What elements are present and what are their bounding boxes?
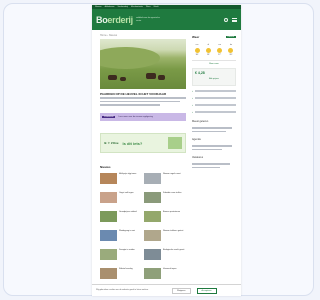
cookie-bar: Wij gebruiken cookies om de website goed… bbox=[92, 284, 241, 296]
sun-icon bbox=[194, 48, 200, 53]
chevron-right-icon: › bbox=[192, 96, 193, 100]
news-item-title: Biologische markt groeit bbox=[163, 249, 185, 251]
news-item-title: Weidegang in mei bbox=[119, 230, 135, 232]
ad-brand: Ik ☀ ZOne bbox=[104, 141, 119, 145]
hero-summary bbox=[100, 97, 186, 108]
news-item-title: Boeren protesteren bbox=[163, 211, 181, 213]
chevron-right-icon: › bbox=[192, 89, 193, 93]
forecast-day: do 20° bbox=[228, 44, 234, 56]
top-link-5[interactable]: Markt bbox=[154, 6, 159, 8]
list-item[interactable]: › bbox=[192, 110, 236, 114]
sun-icon bbox=[228, 48, 234, 53]
list-item[interactable]: › bbox=[192, 103, 236, 107]
forecast-day: wo 17° bbox=[217, 44, 223, 56]
news-item-title: Oogst valt tegen bbox=[119, 192, 134, 194]
news-item[interactable]: Nieuwe regels mest bbox=[144, 173, 186, 184]
weather-more-link[interactable]: Meer weer bbox=[192, 63, 236, 65]
top-link-4[interactable]: Weer bbox=[146, 6, 151, 8]
cookie-text: Wij gebruiken cookies om de website goed… bbox=[96, 289, 149, 292]
news-row: Droogte in zuiden Biologische markt groe… bbox=[100, 249, 186, 260]
news-row: Grondprijzen stabiel Boeren protesteren bbox=[100, 211, 186, 222]
menu-icon[interactable] bbox=[232, 17, 237, 22]
ad-image bbox=[168, 137, 182, 149]
sidebar-heading[interactable]: Meest gelezen bbox=[192, 120, 236, 123]
list-item[interactable]: › bbox=[192, 96, 236, 100]
breadcrumb[interactable]: Home › Nieuws bbox=[100, 34, 117, 37]
news-item[interactable]: Oogst valt tegen bbox=[100, 192, 142, 203]
news-section-title: Nieuws bbox=[100, 165, 111, 169]
sun-icon bbox=[205, 48, 211, 53]
news-item[interactable]: Grondprijzen stabiel bbox=[100, 211, 142, 222]
chevron-right-icon: › bbox=[192, 110, 193, 114]
news-item-title: Veemarkt open bbox=[163, 268, 177, 270]
sidebar-heading[interactable]: Vacatures bbox=[192, 156, 236, 159]
list-item[interactable]: › bbox=[192, 89, 236, 93]
top-link-0[interactable]: Nieuws bbox=[95, 6, 102, 8]
news-item-title: Droogte in zuiden bbox=[119, 249, 135, 251]
sun-icon bbox=[217, 48, 223, 53]
weather-location-button[interactable]: Utrecht bbox=[225, 36, 236, 38]
news-item-title: Stikstof overleg bbox=[119, 268, 133, 270]
news-item[interactable]: Veemarkt open bbox=[144, 268, 186, 279]
forecast-day: ma 18° bbox=[194, 44, 200, 56]
news-item[interactable]: Melkprijs stijgt weer bbox=[100, 173, 142, 184]
news-item-title: Melkprijs stijgt weer bbox=[119, 173, 137, 175]
top-link-3[interactable]: Mechanisatie bbox=[131, 6, 143, 8]
top-link-1[interactable]: Akkerbouw bbox=[105, 6, 115, 8]
news-row: Weidegang in mei Nieuwe trekkers getest bbox=[100, 230, 186, 241]
decline-cookies-button[interactable]: Weigeren bbox=[172, 287, 191, 294]
top-link-2[interactable]: Veehouderij bbox=[117, 6, 128, 8]
forecast-day: di 19° bbox=[205, 44, 211, 56]
chevron-right-icon: › bbox=[192, 103, 193, 107]
sidebar-heading[interactable]: Agenda bbox=[192, 138, 236, 141]
hero-headline[interactable]: PAARDEN OP DE HEUVEL IN HET VOORJAAR bbox=[100, 92, 186, 96]
prices-link[interactable]: Alle prijzen bbox=[195, 78, 233, 80]
news-item[interactable]: Nieuwe trekkers getest bbox=[144, 230, 186, 241]
news-item[interactable]: Droogte in zuiden bbox=[100, 249, 142, 260]
news-item[interactable]: Biologische markt groeit bbox=[144, 249, 186, 260]
hero-image[interactable] bbox=[100, 39, 186, 89]
ad-slogan: Is dit iets? bbox=[122, 140, 143, 146]
news-item-title: Subsidie voor stallen bbox=[163, 192, 182, 194]
site-logo[interactable]: Boerderij bbox=[96, 15, 133, 25]
website-page: Nieuws Akkerbouw Veehouderij Mechanisati… bbox=[92, 5, 241, 296]
news-row: Melkprijs stijgt weer Nieuwe regels mest bbox=[100, 173, 186, 184]
weather-title: Weer bbox=[192, 35, 200, 39]
news-item-title: Nieuwe trekkers getest bbox=[163, 230, 184, 232]
banner-text: Lees meer over de nieuwe regelgeving bbox=[118, 116, 153, 118]
accept-cookies-button[interactable]: Accepteren bbox=[196, 287, 217, 294]
logo-prefix: Bo bbox=[96, 14, 108, 25]
news-item-title: Grondprijzen stabiel bbox=[119, 211, 137, 213]
price-list: › › › › bbox=[192, 89, 236, 114]
weather-forecast: ma 18° di 19° wo 17° do 20° bbox=[192, 44, 236, 56]
price-widget: € 4,28 Alle prijzen bbox=[192, 68, 236, 86]
logo-rest: erderij bbox=[107, 14, 133, 25]
site-header: Boerderij vakblad voor de agrarische sec… bbox=[92, 9, 241, 30]
search-icon[interactable] bbox=[224, 17, 228, 22]
site-tagline: vakblad voor de agrarische sector bbox=[135, 17, 160, 22]
price-value: € 4,28 bbox=[195, 71, 205, 75]
advertisement[interactable]: Ik ☀ ZOne Is dit iets? bbox=[100, 133, 186, 153]
news-row: Oogst valt tegen Subsidie voor stallen bbox=[100, 192, 186, 203]
news-item[interactable]: Subsidie voor stallen bbox=[144, 192, 186, 203]
news-item[interactable]: Stikstof overleg bbox=[100, 268, 142, 279]
news-row: Stikstof overleg Veemarkt open bbox=[100, 268, 186, 279]
premium-tag: PREMIUM bbox=[102, 116, 116, 118]
news-item[interactable]: Weidegang in mei bbox=[100, 230, 142, 241]
sidebar: Weer Utrecht ma 18° di 19° wo 17° do 20° Mee… bbox=[192, 35, 236, 170]
news-item[interactable]: Boeren protesteren bbox=[144, 211, 186, 222]
premium-banner[interactable]: PREMIUM Lees meer over de nieuwe regelge… bbox=[100, 113, 186, 121]
news-item-title: Nieuwe regels mest bbox=[163, 173, 181, 175]
